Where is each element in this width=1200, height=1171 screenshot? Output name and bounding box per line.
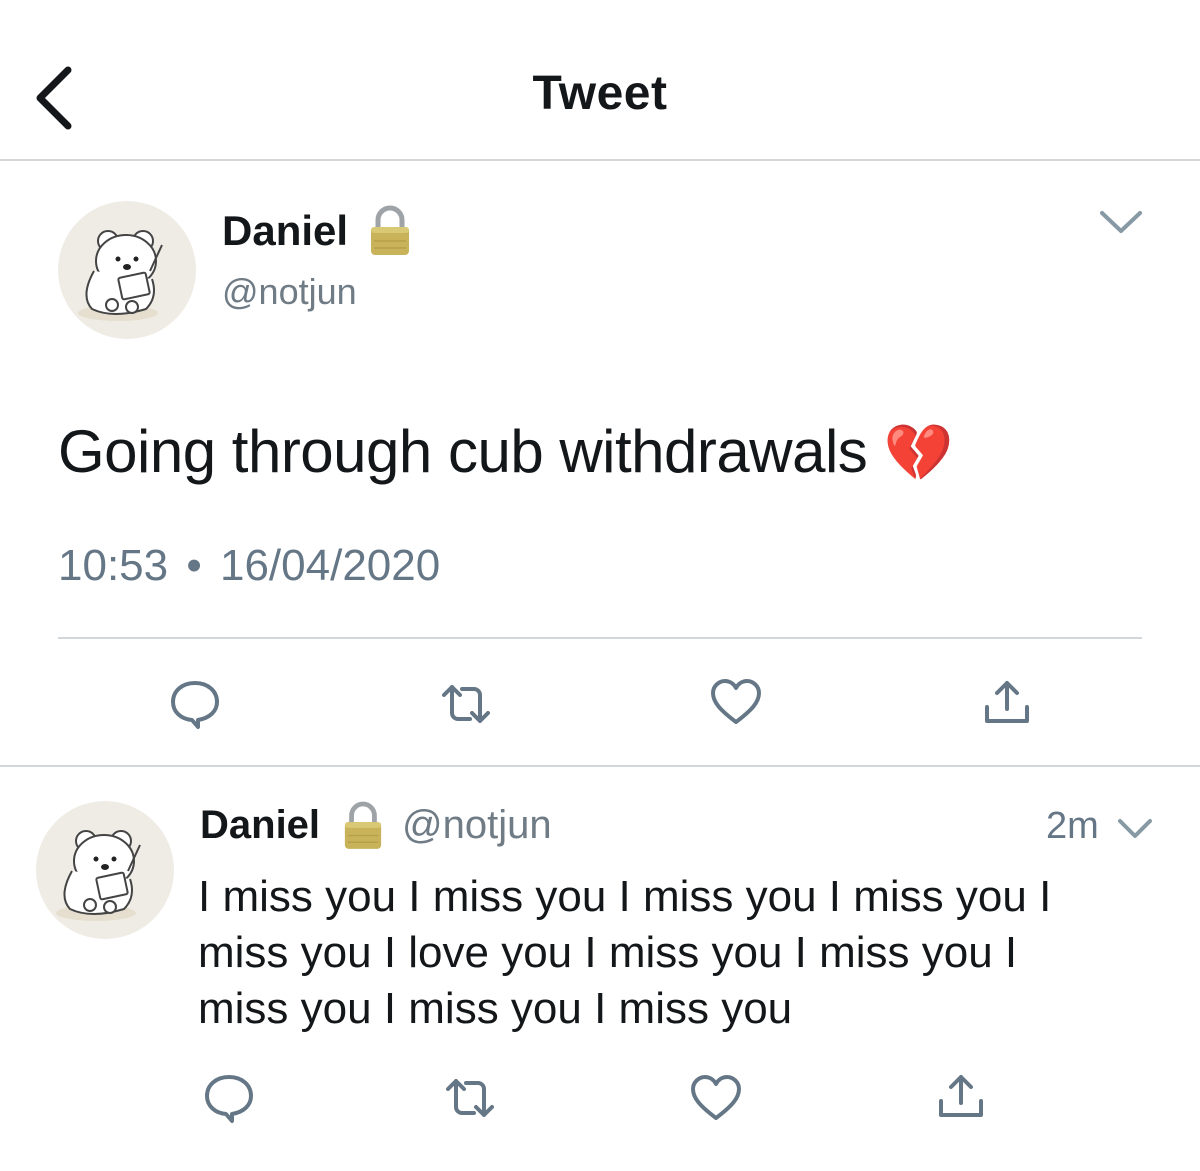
bear-avatar-icon xyxy=(56,830,141,921)
retweet-button[interactable] xyxy=(438,677,494,731)
retweet-button[interactable] xyxy=(442,1071,498,1125)
reply-age: 2m xyxy=(1046,805,1099,847)
tweet-menu-button[interactable] xyxy=(1112,811,1158,845)
lock-icon xyxy=(368,205,412,257)
broken-heart-emoji: 💔 xyxy=(883,421,953,484)
reply-button[interactable] xyxy=(202,1071,256,1125)
reply-tweet: Daniel @notjun 2m I miss you I miss you … xyxy=(0,767,1200,1171)
author-handle[interactable]: @notjun xyxy=(402,803,552,848)
stats-divider xyxy=(58,637,1142,639)
share-icon xyxy=(985,681,1029,723)
lock-icon xyxy=(342,801,384,851)
author-name[interactable]: Daniel xyxy=(200,803,320,847)
reply-author-row: Daniel xyxy=(200,803,320,848)
tweet-menu-button[interactable] xyxy=(1094,201,1148,241)
bear-avatar-icon xyxy=(78,230,163,321)
tweet-text: Going through cub withdrawals 💔 xyxy=(58,419,953,485)
reply-icon xyxy=(171,681,219,729)
chevron-down-icon xyxy=(1100,211,1142,233)
tweet-timestamp: 10:53 • 16/04/2020 xyxy=(58,541,440,591)
tweet-time: 10:53 xyxy=(58,541,169,590)
avatar[interactable] xyxy=(36,801,174,939)
main-tweet: Daniel @notjun Going through cub withdra… xyxy=(0,161,1200,765)
page-title: Tweet xyxy=(532,67,668,120)
tweet-date: 16/04/2020 xyxy=(219,541,441,590)
tweet-body: Going through cub withdrawals xyxy=(58,418,868,485)
reply-text: I miss you I miss you I miss you I miss … xyxy=(198,872,1052,1033)
like-button[interactable] xyxy=(690,1073,742,1123)
timestamp-separator: • xyxy=(186,541,202,590)
heart-icon xyxy=(711,679,761,724)
retweet-icon xyxy=(442,685,490,723)
share-button[interactable] xyxy=(982,677,1032,727)
heart-icon xyxy=(691,1075,741,1120)
share-icon xyxy=(939,1075,983,1117)
chevron-down-icon xyxy=(1118,819,1152,838)
top-bar: Tweet xyxy=(0,0,1200,160)
reply-button[interactable] xyxy=(168,677,222,731)
author-name[interactable]: Daniel xyxy=(222,207,348,255)
like-button[interactable] xyxy=(710,677,762,727)
share-button[interactable] xyxy=(936,1071,986,1121)
author-handle[interactable]: @notjun xyxy=(222,271,357,313)
retweet-icon xyxy=(446,1079,494,1117)
avatar[interactable] xyxy=(58,201,196,339)
reply-icon xyxy=(205,1075,253,1123)
